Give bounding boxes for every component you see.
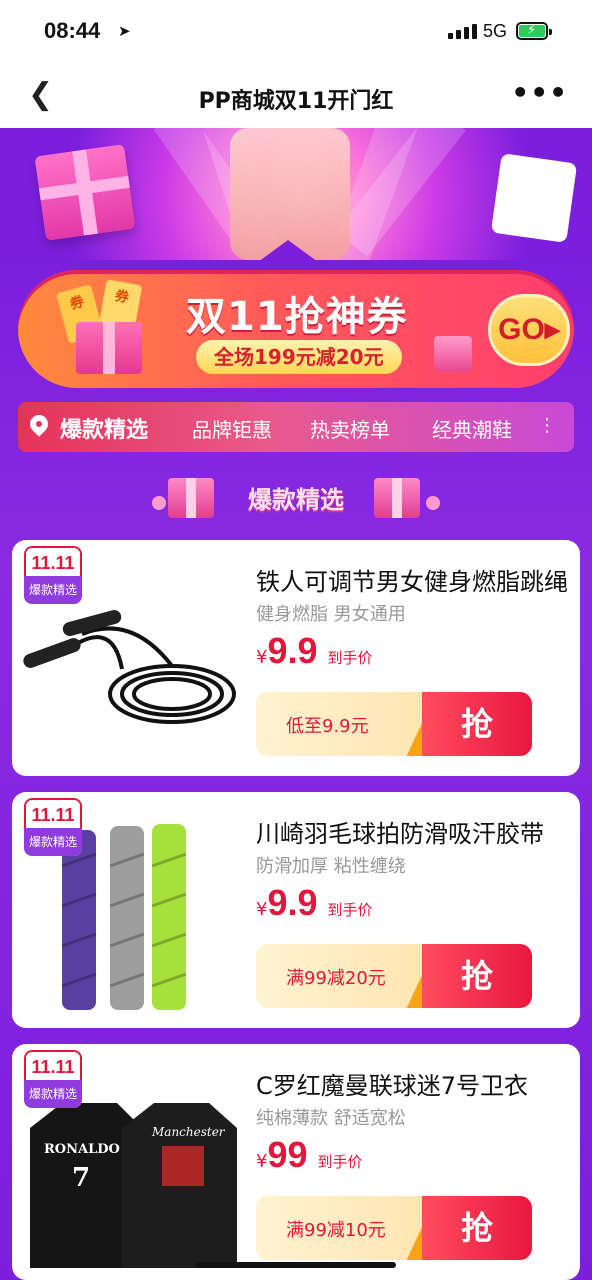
deal-text: 低至9.9元 (286, 716, 369, 737)
deal-text: 满99减20元 (286, 968, 386, 989)
coupon-subline: 全场199元减20元 (196, 340, 402, 374)
coupon-banner[interactable]: 券 券 双11抢神券 全场199元减20元 GO▸ (18, 270, 574, 388)
grab-button[interactable]: 满99减10元 抢 (256, 1196, 532, 1260)
signal-icon (448, 24, 477, 39)
product-price: ¥9.9 到手价 (256, 630, 373, 671)
gift-icon (374, 478, 420, 518)
hero-banner[interactable] (0, 128, 592, 260)
section-header: 爆款精选 (0, 470, 592, 526)
grab-button[interactable]: 低至9.9元 抢 (256, 692, 532, 756)
coupon-headline: 双11抢神券 (186, 294, 408, 340)
location-pin-icon (26, 411, 52, 437)
category-tabs: 爆款精选 品牌钜惠 热卖榜单 经典潮鞋 ⋮ (18, 402, 574, 452)
nav-bar: ❮ PP商城双11开门红 ••• (0, 66, 592, 128)
go-button[interactable]: GO▸ (488, 294, 570, 366)
shopping-bag-icon (490, 153, 578, 243)
product-card[interactable]: 11.11 爆款精选 铁人可调节男女健身燃脂跳绳 健身燃脂 男女通用 ¥9.9 到… (12, 540, 580, 776)
product-price: ¥99 到手价 (256, 1134, 363, 1175)
double11-badge: 11.11 爆款精选 (24, 798, 82, 856)
double11-badge: 11.11 爆款精选 (24, 1050, 82, 1108)
more-tabs-icon[interactable]: ⋮ (538, 415, 556, 436)
sweatshirt-number: 7 (72, 1163, 90, 1193)
coupon-gift-icon: 券 券 (55, 279, 158, 374)
product-desc: 健身燃脂 男女通用 (256, 604, 406, 625)
status-bar: 08:44 ➤ 5G ⚡ (0, 0, 592, 66)
more-icon[interactable]: ••• (511, 76, 568, 109)
sweatshirt-right-text: Manchester (151, 1125, 226, 1139)
grab-label: 抢 (422, 1196, 532, 1260)
status-time: 08:44 (44, 18, 101, 43)
grab-label: 抢 (422, 944, 532, 1008)
sweatshirt-left-text: RONALDO (44, 1142, 120, 1157)
network-label: 5G (483, 21, 508, 41)
tab-classic-shoes[interactable]: 经典潮鞋 (432, 414, 512, 443)
page-title: PP商城双11开门红 (198, 89, 394, 114)
tab-hot-picks[interactable]: 爆款精选 (60, 412, 148, 444)
gift-box-icon (34, 144, 136, 241)
product-price: ¥9.9 到手价 (256, 882, 373, 923)
battery-icon: ⚡ (516, 22, 552, 40)
deal-text: 满99减10元 (286, 1220, 386, 1241)
product-card[interactable]: 11.11 爆款精选 川崎羽毛球拍防滑吸汗胶带 防滑加厚 粘性缠绕 ¥9.9 到手… (12, 792, 580, 1028)
product-name: 铁人可调节男女健身燃脂跳绳 (256, 568, 568, 596)
product-desc: 防滑加厚 粘性缠绕 (256, 856, 406, 877)
grab-button[interactable]: 满99减20元 抢 (256, 944, 532, 1008)
tab-brand-deals[interactable]: 品牌钜惠 (192, 414, 272, 443)
product-name: C罗红魔曼联球迷7号卫衣 (256, 1072, 529, 1100)
double11-badge: 11.11 爆款精选 (24, 546, 82, 604)
tab-bestsellers[interactable]: 热卖榜单 (310, 414, 390, 443)
small-gift-icon (434, 336, 472, 372)
product-desc: 纯棉薄款 舒适宽松 (256, 1108, 406, 1129)
product-card[interactable]: RONALDO 7 Manchester 11.11 爆款精选 C罗红魔曼联球迷… (12, 1044, 580, 1280)
location-arrow-icon: ➤ (118, 22, 131, 40)
product-name: 川崎羽毛球拍防滑吸汗胶带 (256, 820, 544, 848)
home-indicator (196, 1262, 396, 1268)
grab-label: 抢 (422, 692, 532, 756)
section-title: 爆款精选 (248, 486, 344, 514)
